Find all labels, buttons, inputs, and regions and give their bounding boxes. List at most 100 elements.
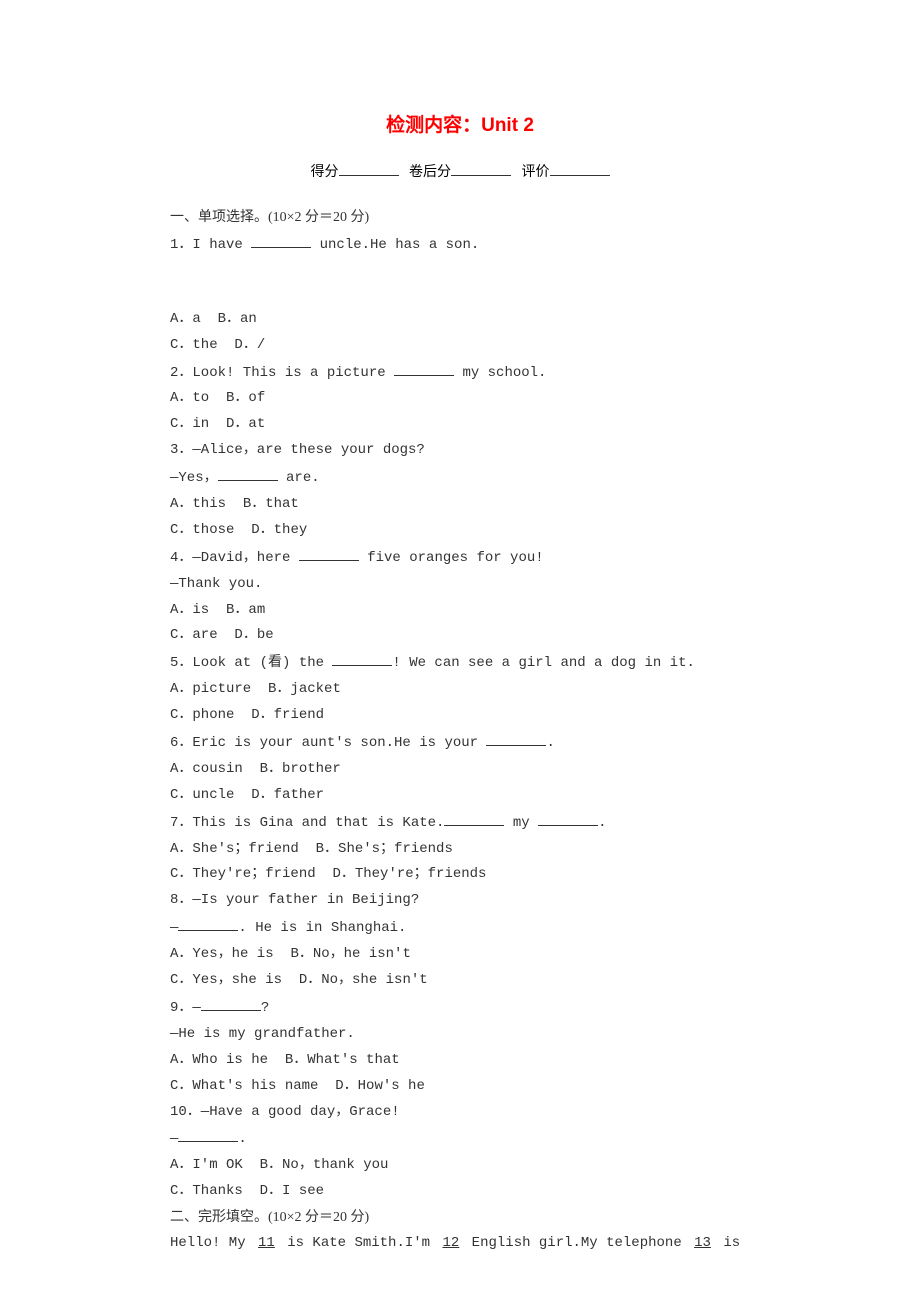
q8-resp-a: — xyxy=(170,920,178,936)
q4-optB: B．am xyxy=(226,602,265,618)
q8-optB: B．No，he isn't xyxy=(290,946,410,962)
cloze-d: is xyxy=(715,1235,740,1251)
q6-optD: D．father xyxy=(251,787,324,803)
q1-blank[interactable] xyxy=(251,231,311,248)
q1-optB: B．an xyxy=(218,311,257,327)
q5-text-a: 5．Look at (看) the xyxy=(170,655,332,671)
q6-options-ab: A．cousin B．brother xyxy=(170,757,750,783)
q5-optB: B．jacket xyxy=(268,681,341,697)
q3-resp-b: are. xyxy=(278,470,320,486)
juanhou-label: 卷后分 xyxy=(409,165,451,180)
cloze-b: is Kate Smith.I'm xyxy=(279,1235,439,1251)
q7-text-b: my xyxy=(504,815,538,831)
q5-text-b: ! We can see a girl and a dog in it. xyxy=(392,655,694,671)
q1-options-cd: C．the D．/ xyxy=(170,333,750,359)
q5-optD: D．friend xyxy=(251,707,324,723)
q4-prompt: 4．—David，here five oranges for you! xyxy=(170,544,750,572)
q7-optC: C．They're；friend xyxy=(170,866,316,882)
score-blank[interactable] xyxy=(339,159,399,176)
q6-optC: C．uncle xyxy=(170,787,234,803)
q8-options-cd: C．Yes，she is D．No，she isn't xyxy=(170,968,750,994)
q2-prompt: 2．Look! This is a picture my school. xyxy=(170,359,750,387)
q7-text-a: 7．This is Gina and that is Kate. xyxy=(170,815,444,831)
q7-blank2[interactable] xyxy=(538,809,598,826)
q4-optC: C．are xyxy=(170,627,218,643)
page-title: 检测内容：Unit 2 xyxy=(170,110,750,137)
q5-options-cd: C．phone D．friend xyxy=(170,703,750,729)
q9-blank[interactable] xyxy=(201,994,261,1011)
q7-options-cd: C．They're；friend D．They're；friends xyxy=(170,862,750,888)
q2-text-b: my school. xyxy=(454,365,546,381)
q4-options-ab: A．is B．am xyxy=(170,598,750,624)
q9-optB: B．What's that xyxy=(285,1052,400,1068)
q6-text-a: 6．Eric is your aunt's son.He is your xyxy=(170,735,486,751)
q8-optC: C．Yes，she is xyxy=(170,972,282,988)
q3-prompt: 3．—Alice，are these your dogs? xyxy=(170,438,750,464)
q7-options-ab: A．She's；friend B．She's；friends xyxy=(170,837,750,863)
q2-blank[interactable] xyxy=(394,359,454,376)
q9-text-b: ? xyxy=(261,1000,269,1016)
q6-prompt: 6．Eric is your aunt's son.He is your . xyxy=(170,729,750,757)
q10-blank[interactable] xyxy=(178,1125,238,1142)
q9-text-a: 9．— xyxy=(170,1000,201,1016)
content-body: 一、单项选择。(10×2 分＝20 分) 1．I have uncle.He h… xyxy=(170,205,750,1257)
q7-optB: B．She's；friends xyxy=(316,841,453,857)
q10-optB: B．No，thank you xyxy=(260,1157,389,1173)
q10-optA: A．I'm OK xyxy=(170,1157,243,1173)
q4-response: —Thank you. xyxy=(170,572,750,598)
q2-optD: D．at xyxy=(226,416,265,432)
q7-blank1[interactable] xyxy=(444,809,504,826)
q1-text-b: uncle.He has a son. xyxy=(311,237,479,253)
q3-options-cd: C．those D．they xyxy=(170,518,750,544)
q10-optC: C．Thanks xyxy=(170,1183,243,1199)
q8-optD: D．No，she isn't xyxy=(299,972,428,988)
cloze-a: Hello! My xyxy=(170,1235,254,1251)
q3-response: —Yes， are. xyxy=(170,464,750,492)
q6-text-b: . xyxy=(546,735,554,751)
q9-response: —He is my grandfather. xyxy=(170,1022,750,1048)
cloze-blank-12[interactable]: 12 xyxy=(438,1231,463,1257)
q3-options-ab: A．this B．that xyxy=(170,492,750,518)
pingjia-label: 评价 xyxy=(522,165,550,180)
q2-optA: A．to xyxy=(170,390,209,406)
q4-blank[interactable] xyxy=(299,544,359,561)
q1-optA: A．a xyxy=(170,311,201,327)
cloze-blank-13[interactable]: 13 xyxy=(690,1231,715,1257)
q6-optB: B．brother xyxy=(260,761,341,777)
q9-prompt: 9．—? xyxy=(170,994,750,1022)
q7-optD: D．They're；friends xyxy=(332,866,486,882)
q5-blank[interactable] xyxy=(332,649,392,666)
q10-options-ab: A．I'm OK B．No，thank you xyxy=(170,1153,750,1179)
pingjia-blank[interactable] xyxy=(550,159,610,176)
q1-options-ab: A．a B．an xyxy=(170,307,750,333)
q8-response: — . He is in Shanghai. xyxy=(170,914,750,942)
section2-header: 二、完形填空。(10×2 分＝20 分) xyxy=(170,1205,750,1231)
q5-optA: A．picture xyxy=(170,681,251,697)
q3-resp-a: —Yes， xyxy=(170,470,218,486)
q8-resp-b: . He is in Shanghai. xyxy=(238,920,406,936)
q6-blank[interactable] xyxy=(486,729,546,746)
q10-resp-b: . xyxy=(238,1131,246,1147)
score-label: 得分 xyxy=(311,165,339,180)
q2-optC: C．in xyxy=(170,416,209,432)
q3-optA: A．this xyxy=(170,496,226,512)
q9-optA: A．Who is he xyxy=(170,1052,268,1068)
q10-prompt: 10．—Have a good day，Grace! xyxy=(170,1100,750,1126)
q3-blank[interactable] xyxy=(218,464,278,481)
q5-options-ab: A．picture B．jacket xyxy=(170,677,750,703)
q8-blank[interactable] xyxy=(178,914,238,931)
q4-text-a: 4．—David，here xyxy=(170,550,299,566)
q4-optA: A．is xyxy=(170,602,209,618)
cloze-blank-11[interactable]: 11 xyxy=(254,1231,279,1257)
q5-prompt: 5．Look at (看) the ! We can see a girl an… xyxy=(170,649,750,677)
q4-text-b: five oranges for you! xyxy=(359,550,544,566)
q1-text-a: 1．I have xyxy=(170,237,251,253)
cloze-text: Hello! My 11 is Kate Smith.I'm 12 Englis… xyxy=(170,1231,750,1257)
juanhou-blank[interactable] xyxy=(451,159,511,176)
q9-optC: C．What's his name xyxy=(170,1078,318,1094)
q10-resp-a: — xyxy=(170,1131,178,1147)
q8-options-ab: A．Yes，he is B．No，he isn't xyxy=(170,942,750,968)
q10-response: —. xyxy=(170,1125,750,1153)
q1-optD: D．/ xyxy=(234,337,265,353)
q8-prompt: 8．—Is your father in Beijing? xyxy=(170,888,750,914)
